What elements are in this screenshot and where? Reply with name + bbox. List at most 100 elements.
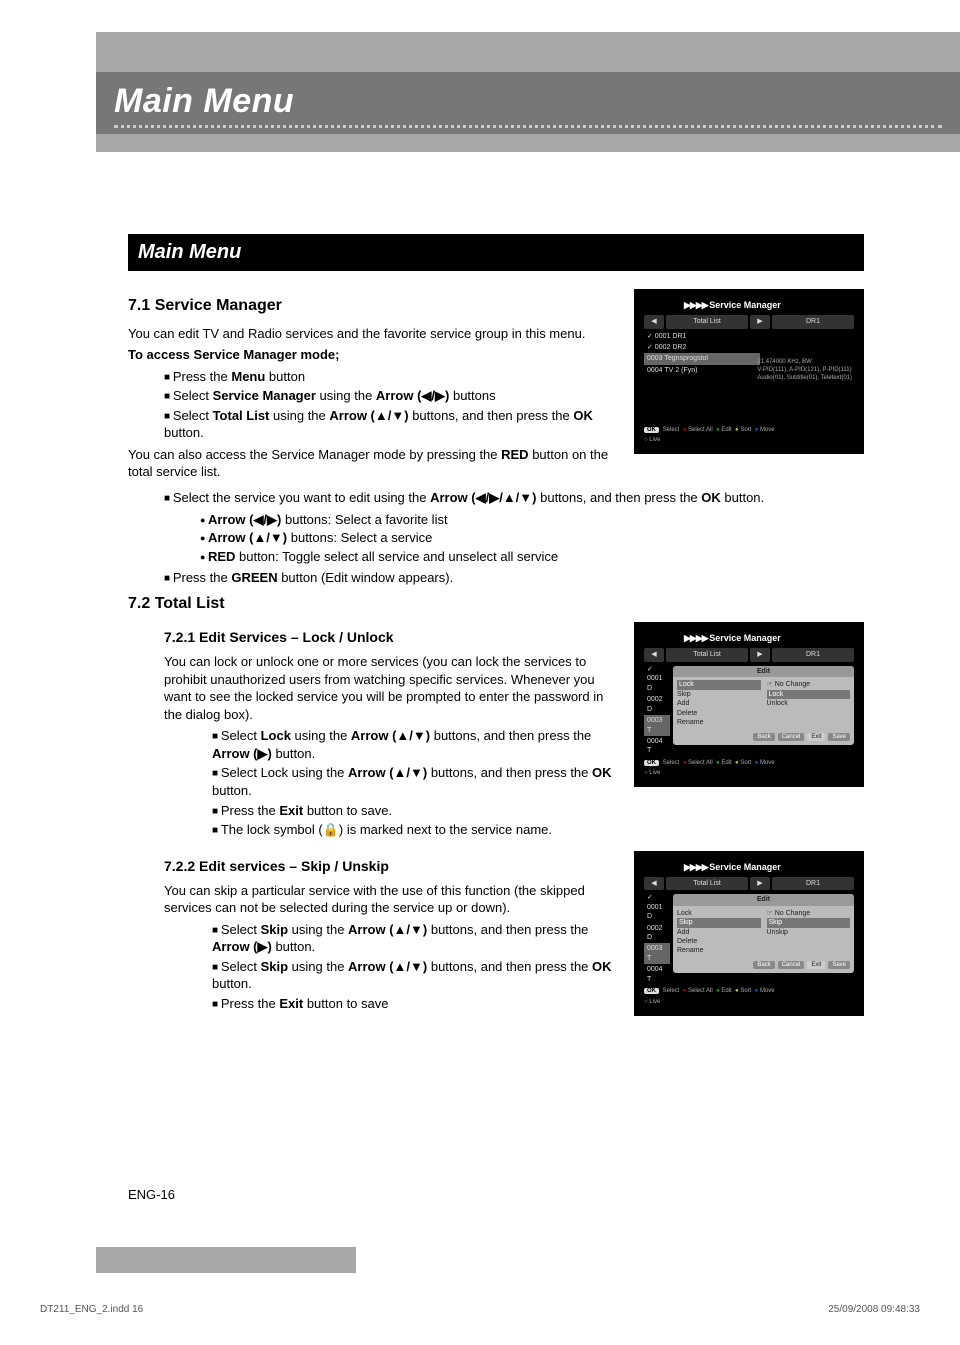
screenshot-edit-lock: Service Manager ◀ Total List ▶ DR1 ✓ 000… [634,622,864,787]
panel-buttons: Back Cancel Exit Save [677,732,850,741]
ch: 0004 T [644,736,670,757]
info-line: 21.474000 KHz, BW [757,359,852,367]
opt: Rename [677,718,761,727]
opt: Lock [677,909,761,918]
heading-7-2-2: 7.2.2 Edit services – Skip / Unskip [164,857,618,876]
label: Select [663,427,680,433]
tab-total-list: Total List [666,315,748,328]
label: Move [760,760,775,766]
arrow-left-icon: ◀ [644,315,664,328]
opt: Skip [767,918,851,927]
ch: ✓ 0001 D [644,892,670,922]
screenshot-service-manager: Service Manager ◀ Total List ▶ DR1 ✓ 000… [634,289,864,454]
live-label: Live [644,769,854,777]
section-bar: Main Menu [128,234,864,271]
label: Sort [740,988,751,994]
li: Select Skip using the Arrow (▲/▼) button… [212,921,618,956]
label: Edit [721,988,731,994]
ch: 0003 T [644,943,670,964]
edit-panel: Edit Lock Skip Add Delete Rename [673,666,854,745]
list-7-1-b: Select the service you want to edit usin… [128,489,864,507]
li: Press the Exit button to save [212,995,618,1013]
exit-button: Exit [807,733,825,741]
footer-right: 25/09/2008 09:48:33 [828,1304,920,1315]
page-title: Main Menu [114,82,942,121]
label: Move [760,427,775,433]
li: Select Service Manager using the Arrow (… [164,387,618,405]
header-box: Main Menu [96,72,960,134]
opt: ☞ No Change [767,909,851,918]
tab-dr1: DR1 [772,648,854,661]
opt: Delete [677,709,761,718]
li: Arrow (▲/▼) buttons: Select a service [200,529,864,547]
page-number: ENG-16 [128,1187,175,1202]
channel-row: ✓ 0001 DR1 [644,331,760,342]
stream-info: 21.474000 KHz, BW V-PID(111), A-PID(121)… [757,359,852,382]
ch: 0004 T [644,964,670,985]
footer-left: DT211_ENG_2.indd 16 [40,1304,143,1315]
exit-button: Exit [807,961,825,969]
label: Select All [688,760,713,766]
label: Sort [740,427,751,433]
back-button: Back [753,733,774,741]
screenshot-edit-skip: Service Manager ◀ Total List ▶ DR1 ✓ 000… [634,851,864,1016]
p-also: You can also access the Service Manager … [128,446,618,481]
list-721: Select Lock using the Arrow (▲/▼) button… [128,727,618,838]
tab-total-list: Total List [666,648,748,661]
tab-dr1: DR1 [772,877,854,890]
bottom-bar: OK Select Select All Edit Sort Move Live [644,987,854,1005]
p-722-intro: You can skip a particular service with t… [164,882,618,917]
arrow-left-icon: ◀ [644,648,664,661]
list-7-1-dots: Arrow (◀/▶) buttons: Select a favorite l… [128,511,864,566]
page: Main Menu Main Menu 7.1 Service Manager … [0,32,960,1345]
channel-row: 0004 TV 2 (Fyn) [644,365,760,376]
opt: Skip [677,918,761,927]
cancel-button: Cancel [778,733,805,741]
opt: Add [677,699,761,708]
li: Select the service you want to edit usin… [164,489,864,507]
tab-total-list: Total List [666,877,748,890]
opt: Rename [677,946,761,955]
bottom-bar: OK Select Select All Edit Sort Move Live [644,426,854,444]
content: Main Menu 7.1 Service Manager You can ed… [128,234,864,1016]
channel-row-selected: 0003 Tegnsprogstol [644,353,760,364]
info-line: V-PID(111), A-PID(121), P-PID(111) [757,367,852,375]
ok-badge: OK [644,988,659,994]
list-722: Select Skip using the Arrow (▲/▼) button… [128,921,618,1013]
label: Select All [688,427,713,433]
li: Select Lock using the Arrow (▲/▼) button… [212,764,618,799]
label: Move [760,988,775,994]
ok-badge: OK [644,427,659,433]
dotted-rule [114,125,942,128]
heading-7-2-1: 7.2.1 Edit Services – Lock / Unlock [164,628,618,647]
list-7-1-c: Press the GREEN button (Edit window appe… [128,569,864,587]
channel-row: ✓ 0002 DR2 [644,342,760,353]
ch: 0003 T [644,715,670,736]
heading-7-1: 7.1 Service Manager [128,295,618,317]
li: Select Skip using the Arrow (▲/▼) button… [212,958,618,993]
li: Press the GREEN button (Edit window appe… [164,569,864,587]
sm-title: Service Manager [644,861,854,873]
back-button: Back [753,961,774,969]
li: Arrow (◀/▶) buttons: Select a favorite l… [200,511,864,529]
ch: ✓ 0001 D [644,664,670,694]
opt: Unskip [767,928,851,937]
heading-7-2: 7.2 Total List [128,593,864,615]
footer: DT211_ENG_2.indd 16 25/09/2008 09:48:33 [40,1304,920,1315]
ch: 0002 D [644,923,670,944]
sm-title: Service Manager [644,299,854,311]
li: Press the Exit button to save. [212,802,618,820]
arrow-right-icon: ▶ [750,877,770,890]
ch: 0002 D [644,694,670,715]
save-button: Save [828,961,850,969]
edit-header: Edit [673,894,854,905]
edit-panel: Edit Lock Skip Add Delete Rename [673,894,854,973]
opt: Lock [677,680,761,689]
li: RED button: Toggle select all service an… [200,548,864,566]
opt: ☞ No Change [767,680,851,689]
li: Press the Menu button [164,368,618,386]
arrow-right-icon: ▶ [750,315,770,328]
sm-title: Service Manager [644,632,854,644]
li: The lock symbol (🔒) is marked next to th… [212,821,618,839]
tab-dr1: DR1 [772,315,854,328]
